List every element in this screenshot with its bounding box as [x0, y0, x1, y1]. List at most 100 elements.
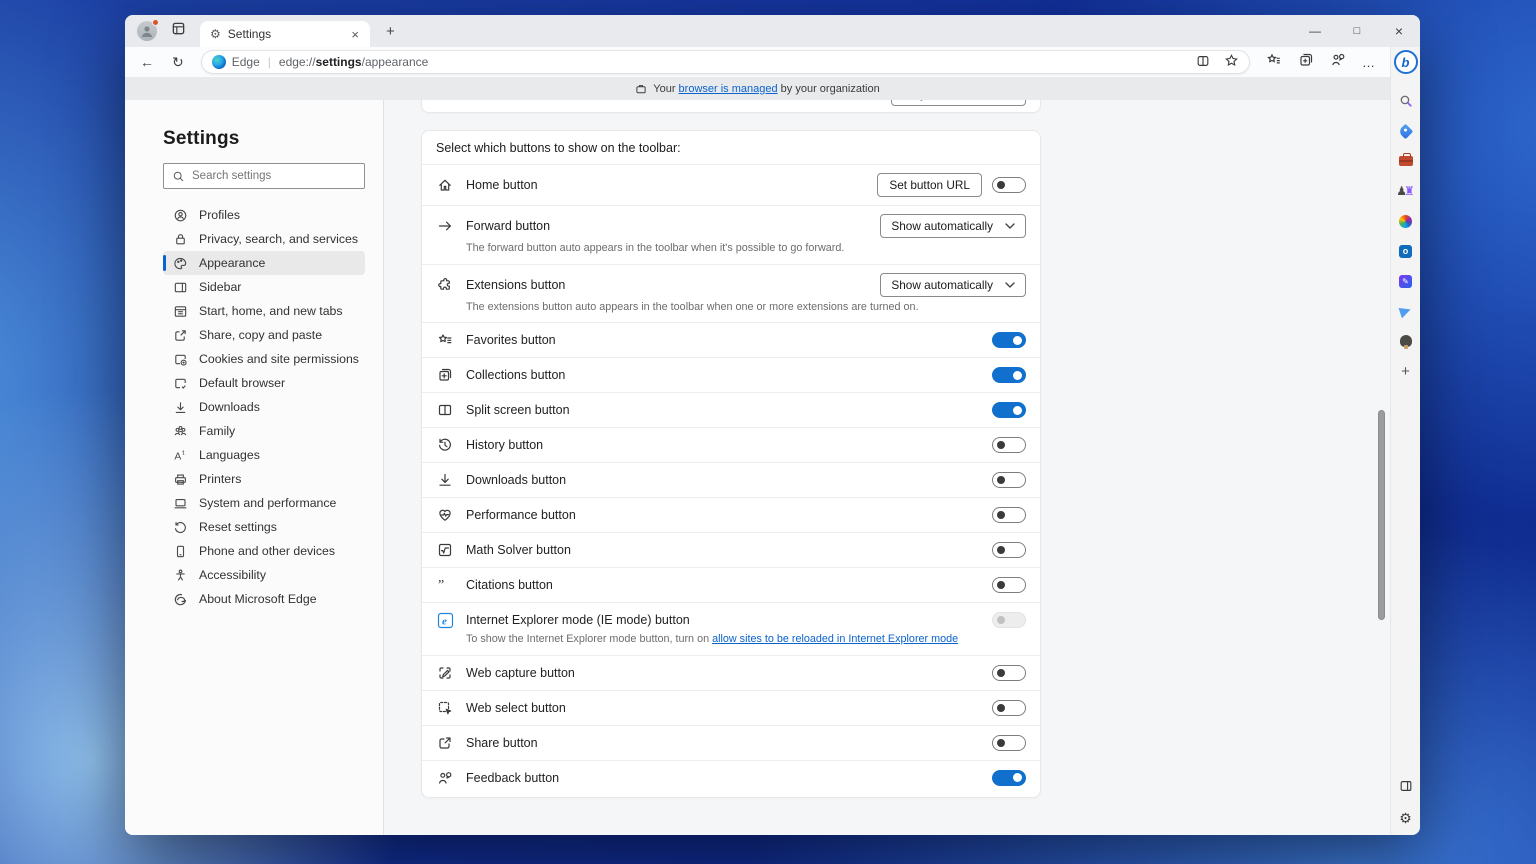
sidenav-item-cookies[interactable]: Cookies and site permissions — [163, 347, 365, 371]
history-button-toggle[interactable] — [992, 437, 1026, 454]
favorites-bar-dropdown[interactable]: Only on new tabs — [890, 100, 1026, 106]
phone-icon — [176, 545, 185, 557]
app-icon[interactable] — [1391, 326, 1420, 356]
ie-description-prefix: To show the Internet Explorer mode butto… — [466, 633, 713, 646]
sidenav-item-appearance[interactable]: Appearance — [163, 251, 365, 275]
url-edge-label: Edge — [231, 55, 260, 69]
add-to-sidebar-icon[interactable]: + — [1391, 356, 1420, 386]
settings-sidenav: Settings Profiles Privacy, search, and s… — [125, 100, 383, 835]
address-bar[interactable]: Edge | edge://settings/appearance — [200, 50, 1250, 74]
ie-mode-link[interactable]: allow sites to be reloaded in Internet E… — [712, 633, 958, 645]
citations-button-row: ” Citations button — [422, 567, 1040, 602]
printer-icon — [175, 473, 186, 485]
collections-button-row: Collections button — [422, 357, 1040, 392]
share-icon — [436, 734, 454, 752]
web-capture-icon — [436, 664, 454, 682]
outlook-icon[interactable]: o — [1391, 236, 1420, 266]
extensions-button-dropdown[interactable]: Show automatically — [880, 272, 1026, 297]
math-solver-button-toggle[interactable] — [992, 542, 1026, 559]
web-select-icon — [436, 699, 454, 717]
start-home-icon — [174, 305, 187, 317]
split-screen-icon[interactable] — [1196, 54, 1210, 71]
sidenav-item-family[interactable]: Family — [163, 419, 365, 443]
workspaces-icon[interactable] — [171, 21, 186, 41]
split-screen-button-toggle[interactable] — [992, 402, 1026, 419]
edge-sidebar: b ♟ ♜ o ✎ + ⚙ — [1390, 47, 1420, 835]
math-solver-button-row: Math Solver button — [422, 532, 1040, 567]
performance-icon — [436, 506, 454, 524]
palette-icon — [174, 257, 187, 269]
m365-icon[interactable] — [1391, 206, 1420, 236]
games-icon[interactable]: ♟ ♜ — [1391, 176, 1420, 206]
split-screen-icon — [436, 401, 454, 419]
sidenav-item-start-home[interactable]: Start, home, and new tabs — [163, 299, 365, 323]
feedback-icon[interactable] — [1330, 52, 1346, 73]
languages-icon: At — [174, 450, 184, 462]
download-icon — [175, 401, 186, 413]
minimize-button[interactable]: — — [1294, 24, 1336, 38]
collections-button-toggle[interactable] — [992, 367, 1026, 384]
web-capture-button-toggle[interactable] — [992, 664, 1026, 681]
forward-button-dropdown[interactable]: Show automatically — [880, 214, 1026, 238]
close-button[interactable]: × — [1378, 23, 1420, 39]
accessibility-icon — [176, 568, 185, 581]
sidenav-item-system[interactable]: System and performance — [163, 491, 365, 515]
search-input[interactable] — [192, 170, 342, 182]
refresh-icon[interactable]: ↻ — [163, 53, 193, 72]
tools-icon[interactable] — [1391, 146, 1420, 176]
forward-arrow-icon — [436, 217, 454, 235]
share-button-row: Share button — [422, 724, 1040, 760]
reset-icon — [174, 521, 186, 533]
sidenav-item-default-browser[interactable]: Default browser — [163, 371, 365, 395]
sidebar-toggle-icon[interactable] — [1399, 779, 1413, 798]
favorites-icon[interactable] — [1266, 52, 1282, 73]
page-scrollbar[interactable] — [1378, 410, 1385, 620]
feedback-button-toggle[interactable] — [992, 769, 1026, 786]
banner-managed-link[interactable]: browser is managed — [679, 83, 778, 95]
bing-chat-icon[interactable]: b — [1393, 50, 1418, 74]
favorites-button-toggle[interactable] — [992, 332, 1026, 349]
sidenav-item-profiles[interactable]: Profiles — [163, 203, 365, 227]
sidenav-item-about[interactable]: About Microsoft Edge — [163, 587, 365, 611]
collections-icon[interactable] — [1298, 52, 1314, 73]
sidenav-item-reset[interactable]: Reset settings — [163, 515, 365, 539]
sidenav-item-languages[interactable]: At Languages — [163, 443, 365, 467]
tab-settings[interactable]: ⚙ Settings × — [200, 21, 370, 47]
citations-button-toggle[interactable] — [992, 577, 1026, 594]
designer-icon[interactable]: ✎ — [1391, 266, 1420, 296]
downloads-button-toggle[interactable] — [992, 472, 1026, 489]
sidenav-item-sidebar[interactable]: Sidebar — [163, 275, 365, 299]
tab-close-icon[interactable]: × — [348, 27, 362, 42]
profiles-icon — [174, 209, 187, 221]
home-button-toggle[interactable] — [992, 177, 1026, 193]
share-button-toggle[interactable] — [992, 734, 1026, 751]
web-capture-button-row: Web capture button — [422, 654, 1040, 690]
sidenav-item-privacy[interactable]: Privacy, search, and services — [163, 227, 365, 251]
collections-icon — [436, 366, 454, 384]
new-tab-button[interactable]: + — [380, 23, 401, 40]
ie-mode-button-row: e Internet Explorer mode (IE mode) butto… — [422, 602, 1040, 655]
sidenav-item-phone[interactable]: Phone and other devices — [163, 539, 365, 563]
add-favorite-star-icon[interactable] — [1224, 53, 1239, 71]
maximize-button[interactable]: □ — [1336, 25, 1378, 37]
history-icon — [436, 436, 454, 454]
sidenav-item-printers[interactable]: Printers — [163, 467, 365, 491]
settings-search-box[interactable] — [163, 163, 365, 189]
settings-gear-icon[interactable]: ⚙ — [1399, 810, 1412, 827]
svg-text:”: ” — [438, 578, 444, 593]
web-select-button-toggle[interactable] — [992, 699, 1026, 716]
shopping-icon[interactable] — [1391, 116, 1420, 146]
settings-menu-icon[interactable]: … — [1362, 55, 1376, 70]
back-icon[interactable]: ← — [131, 53, 163, 71]
sidenav-item-share-copy[interactable]: Share, copy and paste — [163, 323, 365, 347]
set-button-url-button[interactable]: Set button URL — [877, 173, 982, 197]
drop-icon[interactable] — [1391, 296, 1420, 326]
tab-strip: ⚙ Settings × + — □ × — [125, 15, 1420, 47]
sidenav-item-accessibility[interactable]: Accessibility — [163, 563, 365, 587]
ie-mode-button-toggle — [992, 612, 1026, 629]
toolbar-buttons-card: Select which buttons to show on the tool… — [421, 130, 1041, 798]
profile-avatar[interactable] — [137, 19, 159, 41]
search-icon[interactable] — [1391, 86, 1420, 116]
performance-button-toggle[interactable] — [992, 507, 1026, 524]
sidenav-item-downloads[interactable]: Downloads — [163, 395, 365, 419]
